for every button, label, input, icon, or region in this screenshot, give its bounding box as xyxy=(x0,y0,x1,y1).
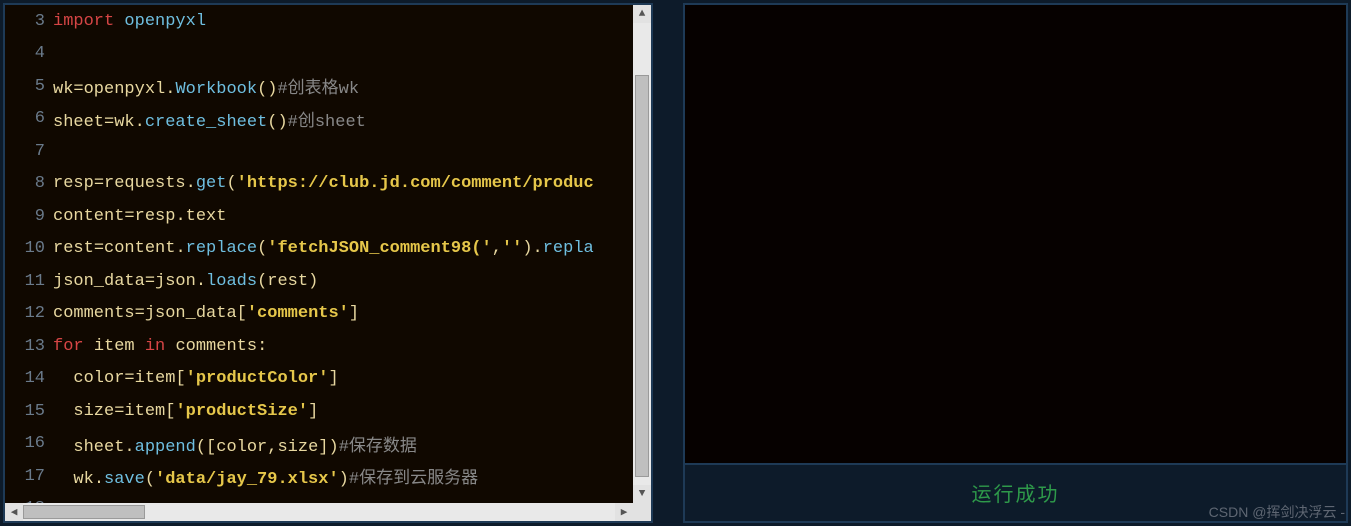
line-number: 15 xyxy=(5,402,53,421)
code-line[interactable]: 3import openpyxl xyxy=(5,5,651,38)
code-editor[interactable]: 3import openpyxl45wk=openpyxl.Workbook()… xyxy=(5,5,651,521)
code-line[interactable]: 7 xyxy=(5,135,651,168)
code-line[interactable]: 15 size=item['productSize'] xyxy=(5,395,651,428)
code-text: sheet=wk.create_sheet()#创sheet xyxy=(53,106,366,132)
code-line[interactable]: 14 color=item['productColor'] xyxy=(5,363,651,396)
line-number: 5 xyxy=(5,77,53,96)
horizontal-scrollbar[interactable]: ◀ ▶ xyxy=(5,503,633,521)
code-line[interactable]: 4 xyxy=(5,38,651,71)
code-line[interactable]: 17 wk.save('data/jay_79.xlsx')#保存到云服务器 xyxy=(5,460,651,493)
code-text: rest=content.replace('fetchJSON_comment9… xyxy=(53,239,594,258)
code-line[interactable]: 9content=resp.text xyxy=(5,200,651,233)
line-number: 6 xyxy=(5,109,53,128)
code-text: resp=requests.get('https://club.jd.com/c… xyxy=(53,174,594,193)
vertical-scrollbar[interactable]: ▲ ▼ xyxy=(633,5,651,503)
output-area[interactable] xyxy=(685,5,1346,463)
code-text: import openpyxl xyxy=(53,12,206,31)
code-line[interactable]: 11json_data=json.loads(rest) xyxy=(5,265,651,298)
code-text: sheet.append([color,size])#保存数据 xyxy=(53,431,417,457)
code-text: comments=json_data['comments'] xyxy=(53,304,359,323)
code-text: color=item['productColor'] xyxy=(53,369,339,388)
scroll-up-arrow[interactable]: ▲ xyxy=(633,5,651,23)
output-panel: 运行成功 xyxy=(683,3,1348,523)
code-line[interactable]: 16 sheet.append([color,size])#保存数据 xyxy=(5,428,651,461)
line-number: 11 xyxy=(5,272,53,291)
code-line[interactable]: 10rest=content.replace('fetchJSON_commen… xyxy=(5,233,651,266)
code-text: for item in comments: xyxy=(53,337,267,356)
horizontal-scroll-thumb[interactable] xyxy=(23,505,145,519)
code-text: content=resp.text xyxy=(53,207,226,226)
scroll-corner xyxy=(633,503,651,521)
line-number: 4 xyxy=(5,44,53,63)
code-editor-panel: 3import openpyxl45wk=openpyxl.Workbook()… xyxy=(3,3,653,523)
code-line[interactable]: 5wk=openpyxl.Workbook()#创表格wk xyxy=(5,70,651,103)
line-number: 3 xyxy=(5,12,53,31)
code-line[interactable]: 6sheet=wk.create_sheet()#创sheet xyxy=(5,103,651,136)
line-number: 12 xyxy=(5,304,53,323)
code-line[interactable]: 12comments=json_data['comments'] xyxy=(5,298,651,331)
code-text: wk=openpyxl.Workbook()#创表格wk xyxy=(53,73,359,99)
code-text: json_data=json.loads(rest) xyxy=(53,272,318,291)
line-number: 10 xyxy=(5,239,53,258)
line-number: 9 xyxy=(5,207,53,226)
code-text: wk.save('data/jay_79.xlsx')#保存到云服务器 xyxy=(53,463,478,489)
line-number: 17 xyxy=(5,467,53,486)
scroll-left-arrow[interactable]: ◀ xyxy=(5,503,23,521)
scroll-right-arrow[interactable]: ▶ xyxy=(615,503,633,521)
line-number: 13 xyxy=(5,337,53,356)
vertical-scroll-thumb[interactable] xyxy=(635,75,649,477)
scroll-down-arrow[interactable]: ▼ xyxy=(633,485,651,503)
code-line[interactable]: 13for item in comments: xyxy=(5,330,651,363)
code-line[interactable]: 8resp=requests.get('https://club.jd.com/… xyxy=(5,168,651,201)
line-number: 14 xyxy=(5,369,53,388)
status-text: 运行成功 xyxy=(972,478,1060,508)
watermark: CSDN @挥剑决浮云 - xyxy=(1209,502,1345,522)
line-number: 16 xyxy=(5,434,53,453)
line-number: 7 xyxy=(5,142,53,161)
code-text: size=item['productSize'] xyxy=(53,402,318,421)
line-number: 8 xyxy=(5,174,53,193)
